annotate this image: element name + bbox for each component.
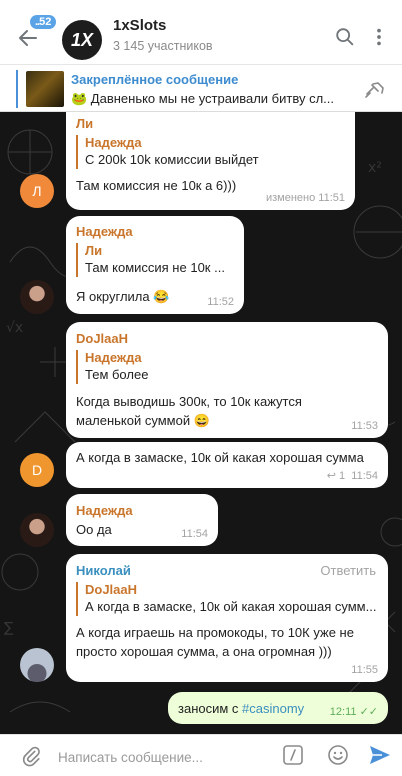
- own-message-bubble[interactable]: заносим с #casinomy 12:11 ✓✓: [168, 692, 388, 724]
- hashtag-link[interactable]: #casinomy: [242, 701, 304, 716]
- reply-text: Там комиссия не 10к ...: [85, 260, 225, 275]
- sender-name[interactable]: Надежда: [76, 224, 234, 239]
- sender-name[interactable]: DoJlaaH: [76, 331, 378, 346]
- pinned-thumbnail: [26, 71, 64, 107]
- unread-badge[interactable]: ..52: [30, 15, 57, 29]
- message-meta: ↩ 1 11:54: [327, 469, 378, 482]
- chat-avatar[interactable]: 1X: [62, 20, 102, 60]
- double-check-icon: ✓✓: [359, 706, 378, 718]
- reply-text: С 200k 10k комиссии выйдет: [85, 152, 259, 167]
- replies-count[interactable]: 1: [339, 470, 345, 482]
- user-avatar-photo[interactable]: [20, 648, 54, 682]
- pinned-indicator: [16, 70, 18, 108]
- message-text: Когда выводишь 300к, то 10к кажутся мале…: [76, 394, 302, 428]
- reply-quote[interactable]: Надежда Тем более: [76, 350, 378, 384]
- message-text: А когда играешь на промокоды, то 10К уже…: [76, 625, 354, 659]
- reply-text: Тем более: [85, 367, 149, 382]
- reply-quote[interactable]: DoJlaaH А когда в замаске, 10к ой какая …: [76, 582, 378, 616]
- reply-author: Ли: [85, 243, 103, 258]
- reply-text: А когда в замаске, 10к ой какая хорошая …: [85, 599, 377, 614]
- pinned-text: 🐸 Давненько мы не устраивали битву сл...: [71, 91, 334, 106]
- message-time: 11:52: [207, 296, 234, 308]
- message-bubble[interactable]: Надежда Ли Там комиссия не 10к ... Я окр…: [66, 216, 244, 314]
- chat-area[interactable]: √x x² ∑ π ∫ Ли Ли Надежда С 200k 10k ком…: [0, 112, 402, 734]
- reply-quote[interactable]: Ли Там комиссия не 10к ...: [76, 243, 234, 277]
- chat-header: ..52 1X 1xSlots 3 145 участников: [0, 0, 402, 64]
- chat-title[interactable]: 1xSlots: [113, 17, 166, 34]
- pinned-message-bar[interactable]: Закреплённое сообщение 🐸 Давненько мы не…: [0, 64, 402, 112]
- reply-author: Надежда: [85, 135, 142, 150]
- message-time: 11:54: [351, 470, 378, 482]
- reply-author: DoJlaaH: [85, 582, 138, 597]
- message-bubble[interactable]: Николай Ответить DoJlaaH А когда в замас…: [66, 554, 388, 682]
- sender-name[interactable]: Ли: [76, 116, 345, 131]
- svg-text:√x: √x: [6, 320, 23, 336]
- message-time: 12:11: [329, 706, 357, 718]
- sender-name[interactable]: Надежда: [76, 503, 208, 518]
- message-composer: [0, 734, 402, 776]
- message-bubble[interactable]: Ли Надежда С 200k 10k комиссии выйдет Та…: [66, 112, 355, 210]
- svg-text:∑: ∑: [4, 620, 14, 636]
- search-icon[interactable]: [334, 26, 356, 48]
- user-avatar-photo[interactable]: [20, 280, 54, 314]
- reply-arrow-icon[interactable]: ↩: [327, 470, 336, 482]
- svg-text:x²: x²: [368, 160, 382, 176]
- message-time: 11:53: [351, 420, 378, 432]
- user-avatar[interactable]: Л: [20, 174, 54, 208]
- attach-icon[interactable]: [20, 745, 42, 767]
- message-bubble[interactable]: DoJlaaH Надежда Тем более Когда выводишь…: [66, 322, 388, 438]
- message-input[interactable]: [58, 747, 268, 767]
- message-meta: 12:11 ✓✓: [330, 705, 378, 718]
- member-count: 3 145 участников: [113, 39, 213, 53]
- reply-quote[interactable]: Надежда С 200k 10k комиссии выйдет: [76, 135, 345, 169]
- reply-author: Надежда: [85, 350, 142, 365]
- message-text: А когда в замаске, 10к ой какая хорошая …: [76, 450, 364, 465]
- back-arrow-icon[interactable]: [16, 26, 40, 50]
- bot-commands-icon[interactable]: [282, 744, 304, 766]
- more-menu-icon[interactable]: [368, 26, 390, 48]
- reply-action[interactable]: Ответить: [320, 563, 376, 578]
- user-avatar[interactable]: D: [20, 453, 54, 487]
- unpin-icon[interactable]: [363, 80, 387, 100]
- user-avatar-photo[interactable]: [20, 513, 54, 547]
- message-time: 11:55: [351, 664, 378, 676]
- send-icon[interactable]: [368, 744, 392, 766]
- message-time: 11:54: [181, 528, 208, 540]
- message-time: изменено 11:51: [265, 192, 345, 204]
- message-bubble[interactable]: Надежда Оо да 11:54: [66, 494, 218, 546]
- emoji-icon[interactable]: [327, 744, 349, 766]
- pinned-title: Закреплённое сообщение: [71, 72, 239, 87]
- message-bubble[interactable]: А когда в замаске, 10к ой какая хорошая …: [66, 442, 388, 488]
